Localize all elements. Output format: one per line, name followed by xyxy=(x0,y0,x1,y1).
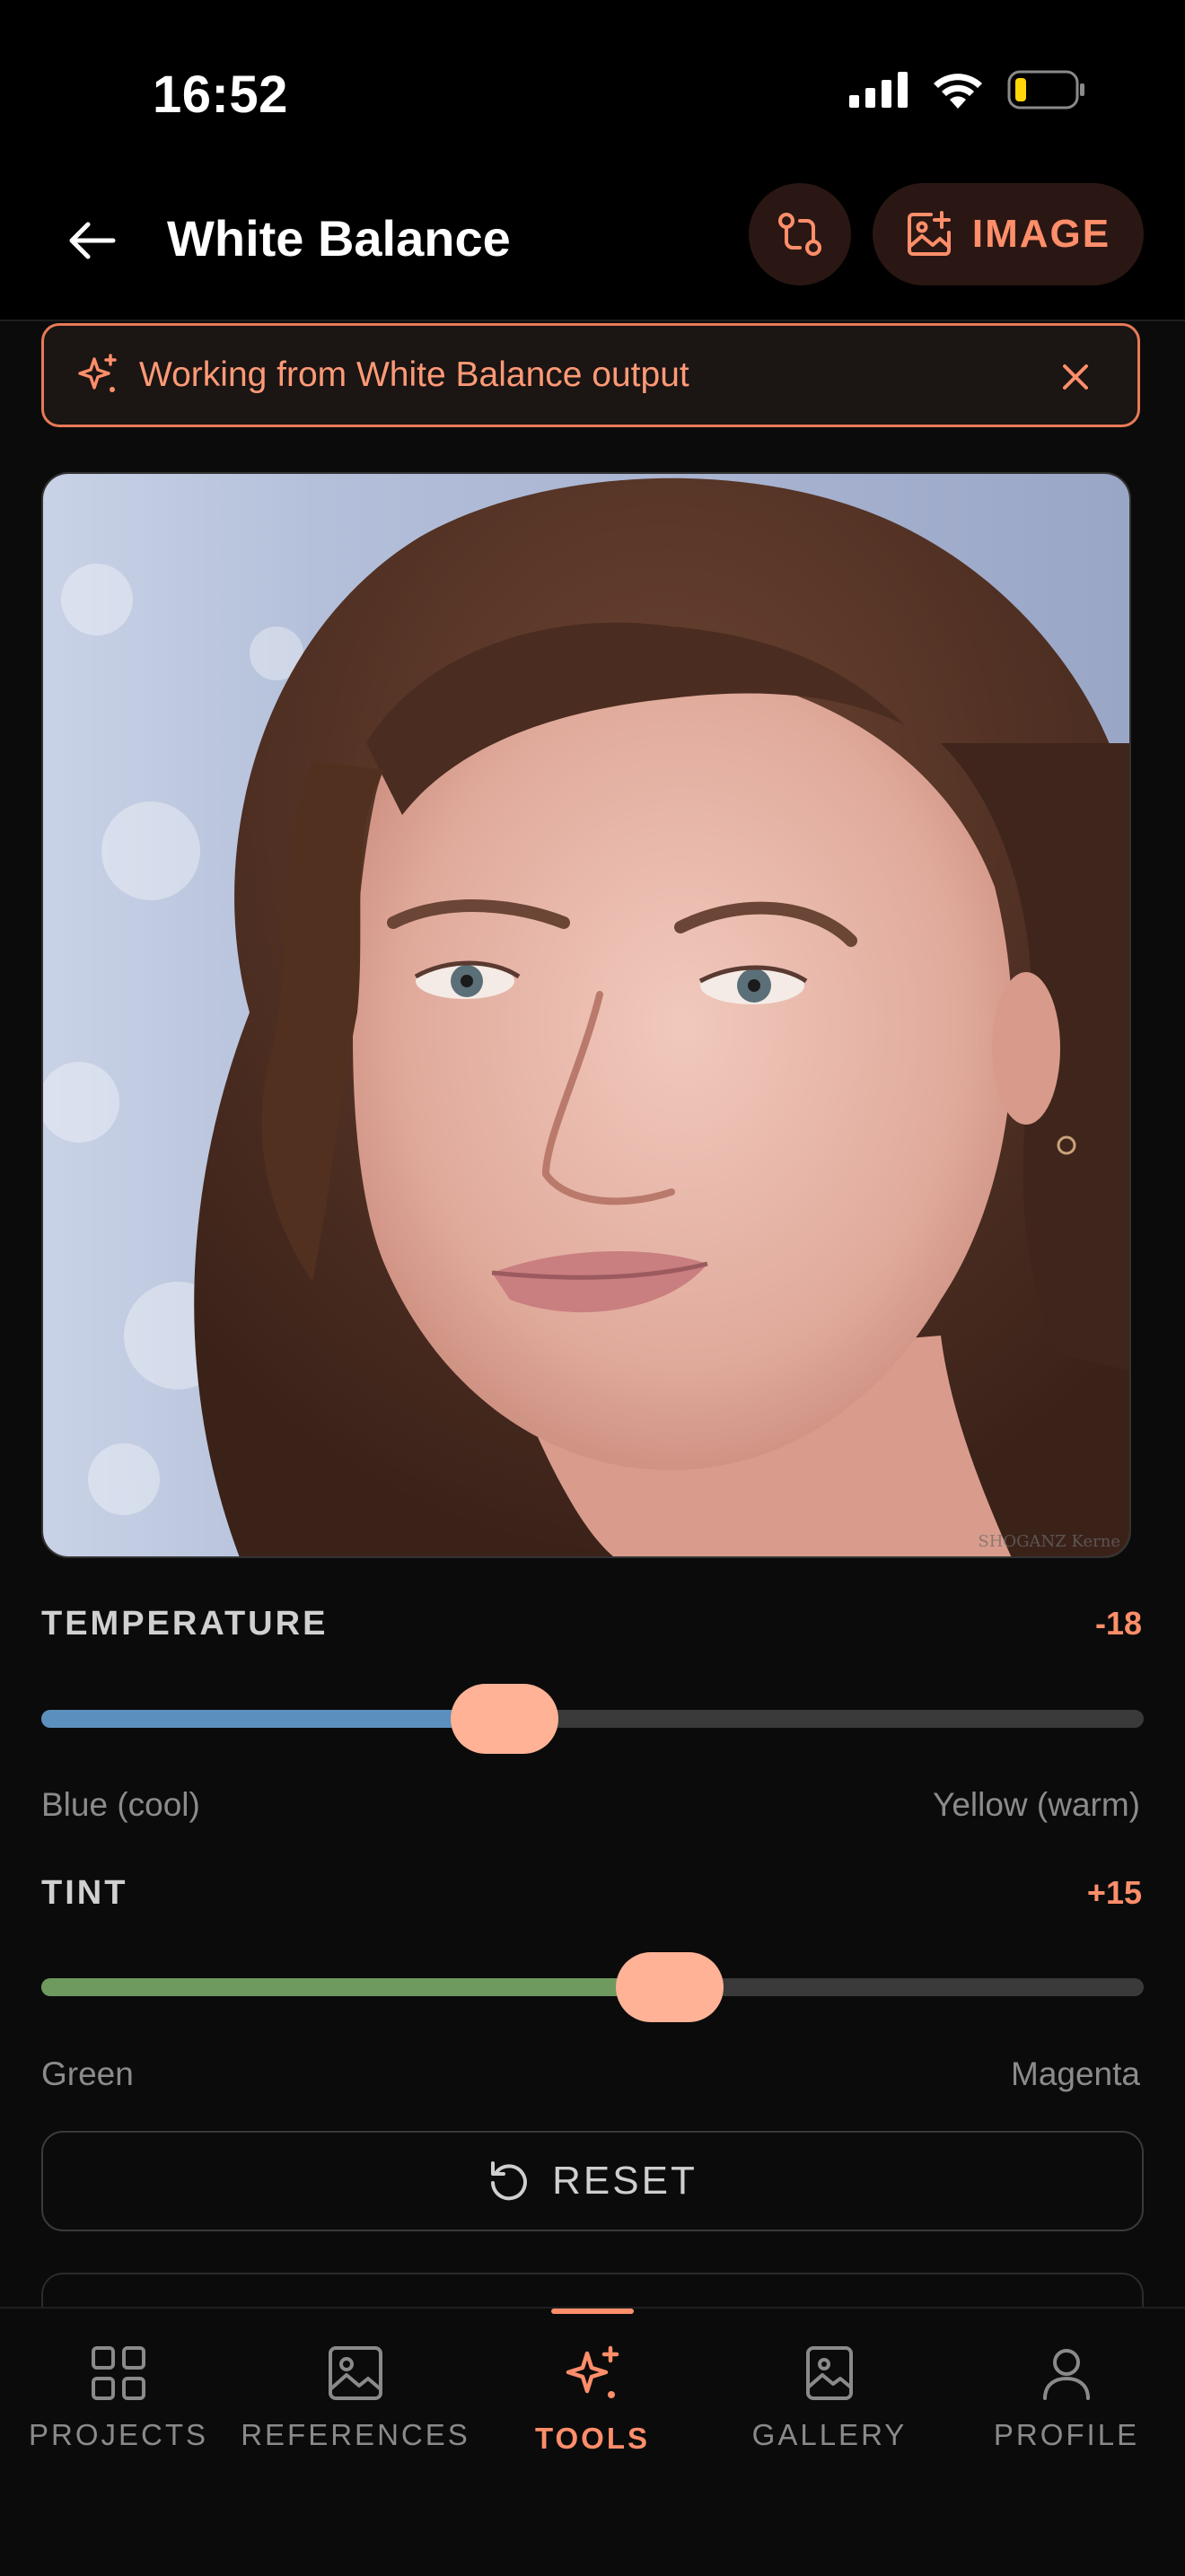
page-title: White Balance xyxy=(167,210,511,267)
nav-projects[interactable]: PROJECTS xyxy=(0,2344,237,2452)
nav-gallery[interactable]: GALLERY xyxy=(711,2344,948,2452)
nav-tools[interactable]: TOOLS xyxy=(474,2344,711,2456)
bottom-nav: PROJECTS REFERENCES TOOLS GALLERY PROFIL… xyxy=(0,2307,1185,2576)
reset-icon xyxy=(491,2161,528,2201)
gallery-icon xyxy=(806,2346,853,2400)
user-icon xyxy=(1043,2349,1090,2400)
image-button-label: IMAGE xyxy=(971,212,1111,256)
sparkles-icon xyxy=(566,2345,619,2398)
image-button[interactable]: IMAGE xyxy=(873,183,1144,285)
nav-references[interactable]: REFERENCES xyxy=(237,2344,474,2452)
photo-watermark: SHOGANZ Kerne xyxy=(978,1532,1120,1551)
status-time: 16:52 xyxy=(153,66,288,124)
nav-profile[interactable]: PROFILE xyxy=(948,2344,1185,2452)
image-icon xyxy=(329,2346,382,2400)
back-button[interactable] xyxy=(56,205,127,276)
tint-slider-fill xyxy=(41,1978,670,1996)
compare-icon xyxy=(778,213,821,256)
wifi-icon xyxy=(934,74,982,109)
tint-value: +15 xyxy=(1086,1874,1142,1911)
tint-slider-thumb[interactable] xyxy=(615,1952,724,2022)
temperature-value: -18 xyxy=(1094,1605,1142,1642)
arrow-left-icon xyxy=(69,222,116,259)
tint-slider[interactable] xyxy=(41,1952,1144,2022)
temperature-slider-thumb[interactable] xyxy=(450,1684,558,1754)
tint-max-label: Magenta xyxy=(1011,2055,1140,2092)
nav-label: TOOLS xyxy=(534,2422,651,2455)
compare-button[interactable] xyxy=(749,183,851,285)
banner-close-button[interactable] xyxy=(1053,355,1098,399)
nav-label: REFERENCES xyxy=(241,2418,470,2451)
nav-label: PROJECTS xyxy=(28,2418,209,2451)
temperature-slider[interactable] xyxy=(41,1684,1144,1754)
battery-icon xyxy=(1007,70,1084,110)
close-icon xyxy=(1063,364,1088,390)
sparkles-icon xyxy=(78,354,117,392)
tint-label: TINT xyxy=(41,1874,128,1912)
reset-button[interactable]: RESET xyxy=(41,2131,1144,2231)
grid-icon xyxy=(92,2346,145,2400)
tint-min-label: Green xyxy=(41,2055,134,2092)
temperature-max-label: Yellow (warm) xyxy=(933,1786,1140,1823)
image-plus-icon xyxy=(907,211,951,256)
temperature-min-label: Blue (cool) xyxy=(41,1786,200,1823)
temperature-label: TEMPERATURE xyxy=(41,1605,329,1643)
preview-image: SHOGANZ Kerne xyxy=(41,472,1131,1558)
reset-button-label: RESET xyxy=(552,2159,698,2203)
source-banner: Working from White Balance output xyxy=(41,323,1140,427)
active-tab-indicator xyxy=(551,2309,634,2314)
temperature-slider-fill xyxy=(41,1710,505,1728)
nav-label: PROFILE xyxy=(993,2418,1140,2451)
banner-text: Working from White Balance output xyxy=(139,355,689,394)
nav-label: GALLERY xyxy=(751,2418,908,2451)
signal-icon xyxy=(849,72,908,108)
status-icons xyxy=(849,70,1086,110)
